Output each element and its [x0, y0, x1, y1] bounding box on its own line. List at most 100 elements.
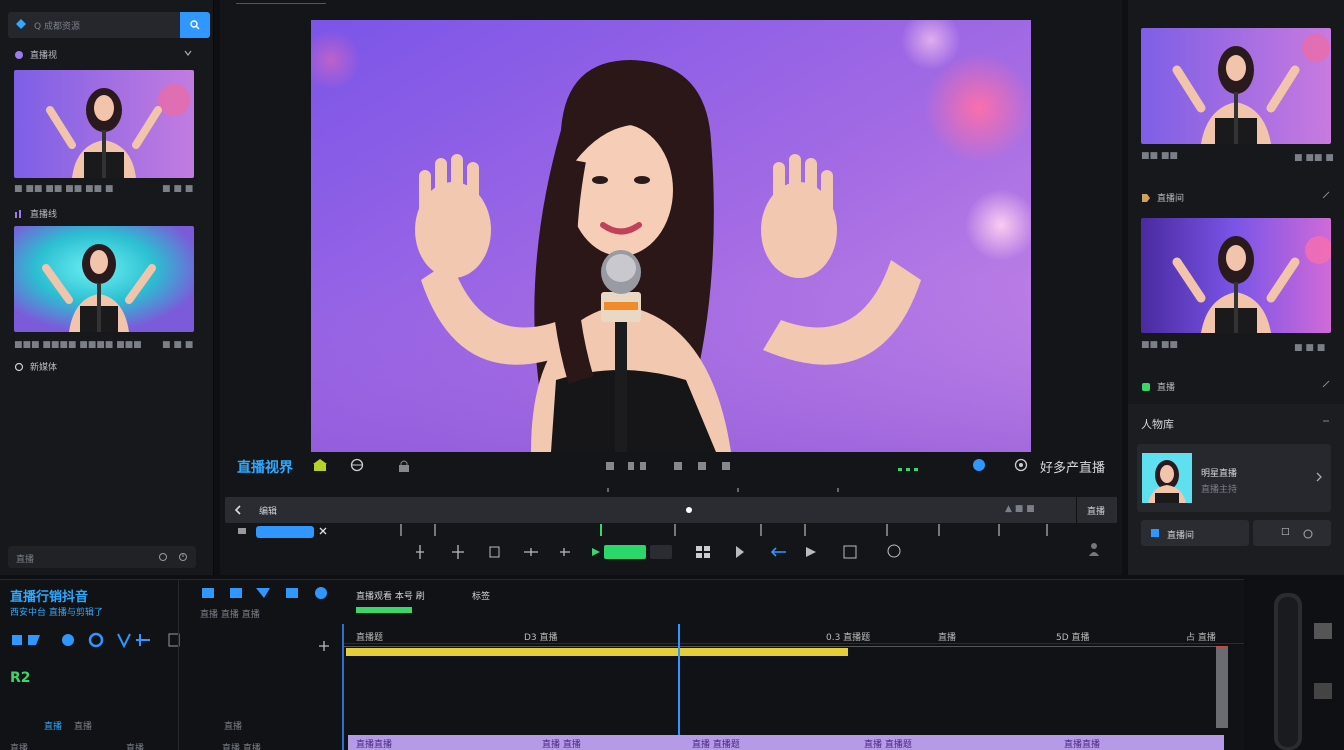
tag-icon	[1141, 193, 1151, 203]
zoom-hint: ▲ ■ ■	[1005, 504, 1035, 514]
brand-label: 直播视界	[237, 460, 293, 476]
playhead[interactable]	[678, 624, 680, 750]
playback-controls[interactable]	[606, 460, 734, 472]
timeline-title: 直播行销抖音	[10, 590, 89, 605]
footer-label: 直播	[126, 744, 145, 750]
device-icon: □	[1281, 527, 1290, 537]
settings-icon[interactable]	[158, 552, 168, 562]
audio-clip[interactable]	[346, 648, 848, 656]
search-bar[interactable]: Q 成都资源	[8, 12, 210, 38]
track-header-icons[interactable]	[200, 586, 330, 600]
scrub-bar[interactable]: 编辑 ▲ ■ ■	[225, 497, 1117, 523]
device-button[interactable]: □	[1253, 520, 1331, 546]
clip-label: 直播 直播题	[692, 740, 740, 750]
end-button-label: 直播	[1087, 507, 1106, 517]
playhead-dot[interactable]	[685, 506, 693, 514]
track-tools[interactable]	[10, 632, 160, 648]
clip-label: 直播 直播	[542, 740, 581, 750]
edit-toolbar[interactable]	[410, 542, 910, 562]
circle-icon	[14, 50, 24, 60]
share-icon[interactable]	[972, 458, 986, 472]
time-ruler[interactable]: 直播题 D3 直播 0.3 直播题 直播 5D 直播 占 直播	[342, 624, 1244, 644]
search-icon	[190, 20, 200, 30]
share-icon[interactable]	[1303, 529, 1313, 539]
bars-icon	[14, 209, 24, 219]
clock-icon[interactable]	[178, 552, 188, 562]
section-label: 直播视	[30, 51, 58, 61]
thumb-meta-right: ■ ■■ ■	[1294, 153, 1334, 163]
thumb-meta-right: ■ ■ ■	[162, 184, 194, 194]
ruler-tick: 直播题	[356, 633, 384, 643]
chevron-right-icon[interactable]	[1315, 472, 1323, 482]
scrub-label: 编辑	[259, 507, 278, 517]
chevron-left-icon[interactable]	[233, 504, 243, 516]
timeline-subtitle: 西安中台 直播与剪辑了	[10, 608, 103, 618]
thumb-meta: ■■■ ■■■■ ■■■■ ■■■	[14, 340, 142, 350]
character-card[interactable]: 明星直播 直播主持	[1137, 444, 1331, 512]
green-progress	[356, 607, 416, 615]
video-thumbnail[interactable]	[14, 226, 194, 332]
green-tag: R2	[10, 670, 31, 686]
video-thumbnail[interactable]	[1141, 28, 1331, 144]
top-tab-indicator[interactable]	[236, 0, 326, 4]
avatar	[1142, 453, 1192, 503]
track-separator	[342, 646, 1216, 647]
video-thumbnail[interactable]	[14, 70, 194, 178]
search-button[interactable]	[180, 12, 210, 38]
chevron-down-icon[interactable]	[183, 48, 193, 58]
refresh-icon	[14, 362, 24, 372]
clip-label: 直播直播	[356, 740, 393, 750]
left-panel: Q 成都资源 直播视 ■ ■■ ■■ ■■ ■■ ■ ■ ■ ■ 直播线 ■■■…	[0, 0, 214, 575]
open-library-button[interactable]: 直播间	[1141, 520, 1249, 546]
search-input[interactable]: Q 成都资源	[34, 19, 80, 32]
diamond-icon	[15, 18, 27, 30]
ruler-tick: D3 直播	[524, 633, 558, 643]
lock-icon[interactable]	[398, 460, 410, 472]
section-header-right-2[interactable]: 直播	[1141, 380, 1175, 393]
clip-label: 直播直播	[1064, 740, 1101, 750]
section-header-2[interactable]: 直播线	[14, 207, 57, 220]
collapse-icon[interactable]	[1322, 380, 1330, 388]
footer-label: 直播 直播	[222, 744, 261, 750]
video-clip-track[interactable]: 直播直播 直播 直播 直播 直播题 直播 直播题 直播直播	[348, 735, 1224, 750]
track-start-line	[342, 624, 344, 750]
globe-icon[interactable]	[350, 458, 364, 472]
thumb-meta: ■■ ■■	[1141, 151, 1178, 161]
grid-icon	[1151, 529, 1159, 537]
section-label: 直播线	[30, 210, 58, 220]
section-label: 直播	[1157, 383, 1176, 393]
library-title: 人物库	[1141, 418, 1174, 431]
level-indicator	[898, 468, 920, 472]
ruler-tick: 0.3 直播题	[826, 633, 871, 643]
section-header-right-1[interactable]: 直播间	[1141, 191, 1184, 204]
timeline-ticks	[225, 488, 1117, 492]
person-icon[interactable]	[1088, 542, 1100, 556]
minus-icon[interactable]	[1322, 417, 1330, 425]
card-title: 明星直播	[1201, 469, 1238, 479]
video-thumbnail[interactable]	[1141, 218, 1331, 333]
clip-label: 直播 直播题	[864, 740, 912, 750]
character-library: 人物库 明星直播 直播主持 直播间 □	[1128, 404, 1344, 575]
audio-meter-panel	[1248, 579, 1344, 750]
section-label: 新媒体	[30, 363, 58, 373]
divider	[178, 580, 179, 750]
collapse-icon[interactable]	[1322, 191, 1330, 199]
thumb-meta-right: ■ ■ ■	[1294, 343, 1326, 353]
section-header-3[interactable]: 新媒体	[14, 360, 57, 373]
end-button[interactable]: 直播	[1076, 497, 1117, 523]
status-dot-icon	[1141, 382, 1151, 392]
section-label: 直播间	[1157, 194, 1185, 204]
timeline-panel: 直播行销抖音 西安中台 直播与剪辑了 R2 直播 直播 直播 直播观看 本号 刷…	[0, 579, 1244, 750]
vertical-scrollbar[interactable]	[1216, 646, 1228, 728]
track-sub-labels: 直播 直播 直播	[200, 610, 260, 620]
ruler-tick: 占 直播	[1186, 633, 1216, 643]
clip-strip[interactable]	[238, 524, 1118, 538]
button-label: 直播间	[1167, 531, 1195, 541]
section-header-1[interactable]: 直播视	[14, 48, 57, 61]
footer-bar[interactable]: 直播	[8, 546, 196, 568]
video-preview[interactable]	[311, 20, 1031, 452]
home-icon[interactable]	[313, 459, 327, 471]
settings-icon[interactable]	[1014, 458, 1028, 472]
add-track-icon[interactable]	[318, 640, 330, 652]
track-header-label: 直播观看 本号 刷	[356, 592, 425, 602]
